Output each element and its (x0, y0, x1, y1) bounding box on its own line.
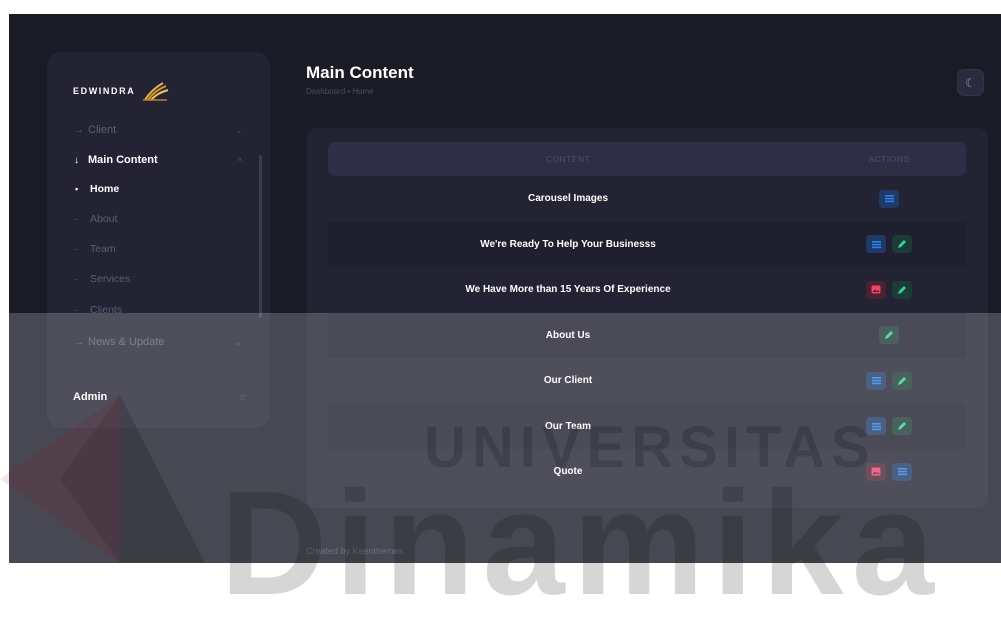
list-icon (871, 240, 881, 248)
pencil-icon (898, 422, 906, 431)
footer-credit[interactable]: Created by Keenthemes (306, 546, 403, 556)
admin-label: Admin (73, 391, 108, 403)
list-icon (897, 468, 907, 476)
edit-button[interactable] (892, 417, 912, 436)
list-icon (884, 195, 894, 203)
view-button[interactable] (892, 462, 912, 481)
view-button[interactable] (866, 235, 886, 254)
sidebar-subitem-label: Team (90, 243, 116, 255)
sidebar-item-label: Client (88, 124, 117, 136)
content-card: CONTENT ACTIONS Carousel Images We're Re… (307, 128, 988, 508)
chevron-down-icon: ⌄ (235, 337, 242, 347)
sidebar-subitem-label: Services (90, 273, 131, 285)
pencil-icon (898, 285, 906, 294)
pencil-icon (898, 376, 906, 385)
brand-logo[interactable]: EDWINDRA (73, 80, 169, 102)
arrow-right-icon: → (74, 124, 84, 136)
edit-button[interactable] (892, 235, 912, 254)
table-header: CONTENT ACTIONS (328, 142, 966, 176)
row-content: Our Client (543, 375, 593, 387)
sidebar-item-main-content[interactable]: ↓ Main Content ^ (74, 150, 244, 170)
row-content: Carousel Images (527, 193, 609, 205)
column-header-actions: ACTIONS (868, 154, 910, 164)
sidebar-subitem-team[interactable]: - Team (74, 240, 224, 258)
bullet-icon: - (75, 305, 78, 315)
row-content: About Us (545, 329, 591, 341)
theme-toggle-button[interactable]: ☾ (957, 69, 984, 96)
table-row: Quote (328, 449, 966, 495)
sidebar-subitem-clients[interactable]: - Clients (74, 301, 224, 319)
view-button[interactable] (866, 371, 886, 390)
image-icon (871, 285, 881, 294)
sidebar-subitem-label: Clients (90, 304, 123, 316)
bullet-icon: • (75, 184, 79, 194)
edit-button[interactable] (892, 371, 912, 390)
column-header-content: CONTENT (545, 154, 591, 164)
sidebar-item-label: Main Content (88, 154, 158, 166)
chevron-down-icon: ⌄ (235, 125, 242, 135)
table-row: We Have More than 15 Years Of Experience (328, 267, 966, 313)
app-window: EDWINDRA → Client ⌄ ↓ Main Content ^ • H… (9, 14, 1001, 563)
pencil-icon (885, 331, 893, 340)
bullet-icon: - (75, 214, 78, 224)
sidebar: EDWINDRA → Client ⌄ ↓ Main Content ^ • H… (47, 52, 270, 428)
bullet-icon: - (75, 244, 78, 254)
sidebar-scrollbar[interactable] (259, 155, 262, 318)
sidebar-item-news-update[interactable]: → News & Update ⌄ (74, 332, 244, 352)
table-row: Carousel Images (328, 176, 966, 222)
content-table: CONTENT ACTIONS Carousel Images We're Re… (328, 142, 966, 495)
image-icon (871, 467, 881, 476)
table-row: Our Team (328, 403, 966, 449)
image-button[interactable] (866, 280, 886, 299)
sidebar-subitem-about[interactable]: - About (74, 210, 224, 228)
edit-button[interactable] (892, 280, 912, 299)
sidebar-subitem-home[interactable]: • Home (74, 180, 224, 198)
arrow-right-icon: → (74, 336, 84, 348)
table-row: About Us (328, 312, 966, 358)
list-icon (871, 422, 881, 430)
pencil-icon (898, 240, 906, 249)
bullet-icon: - (75, 274, 78, 284)
moon-icon: ☾ (965, 75, 976, 90)
breadcrumb: Dashboard • Home (306, 87, 374, 96)
sidebar-item-label: News & Update (88, 336, 165, 348)
logo-feather-icon (141, 80, 169, 102)
table-row: We're Ready To Help Your Businesss (328, 221, 966, 267)
sidebar-subitem-label: About (90, 213, 118, 225)
table-row: Our Client (328, 358, 966, 404)
edit-button[interactable] (879, 326, 899, 345)
arrow-down-icon: ↓ (74, 154, 79, 166)
page-title: Main Content (306, 63, 414, 82)
chevron-up-icon: ^ (237, 155, 242, 165)
sidebar-subitem-services[interactable]: - Services (74, 270, 224, 288)
image-button[interactable] (866, 462, 886, 481)
brand-name: EDWINDRA (73, 86, 136, 96)
row-content: We Have More than 15 Years Of Experience (465, 284, 671, 296)
view-button[interactable] (879, 189, 899, 208)
sun-icon[interactable]: ☼ (238, 391, 248, 403)
list-icon (871, 377, 881, 385)
row-content: Our Team (545, 420, 591, 432)
sidebar-item-client[interactable]: → Client ⌄ (74, 120, 244, 140)
view-button[interactable] (866, 417, 886, 436)
sidebar-subitem-label: Home (90, 183, 120, 195)
admin-menu[interactable]: Admin ☼ (73, 388, 248, 406)
row-content: We're Ready To Help Your Businesss (480, 238, 656, 250)
row-content: Quote (553, 466, 583, 478)
